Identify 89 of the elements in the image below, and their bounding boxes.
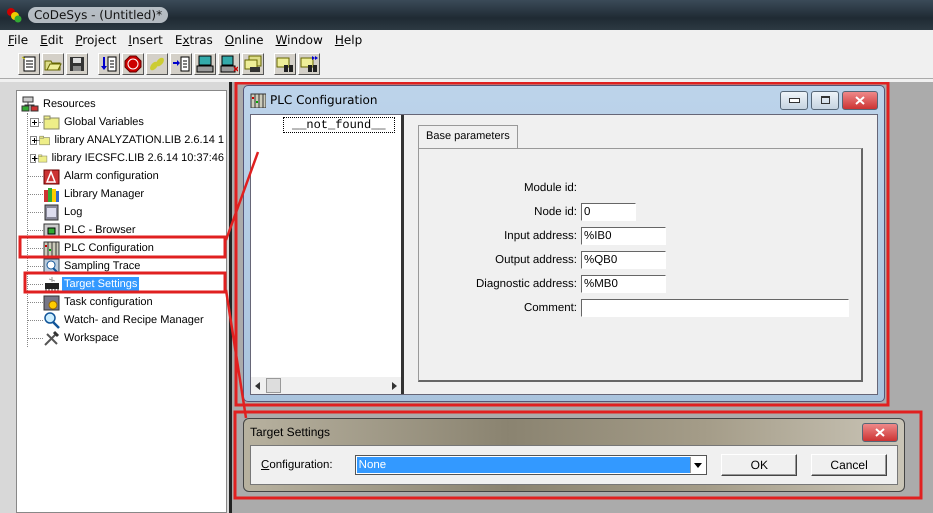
input-field[interactable]: %IB0 bbox=[581, 227, 666, 245]
menu-item[interactable]: Project bbox=[75, 33, 116, 47]
toolbar-button[interactable] bbox=[170, 53, 192, 75]
scroll-thumb[interactable] bbox=[266, 378, 281, 393]
module-rack-icon bbox=[250, 92, 266, 108]
tree-item[interactable]: PLC - Browser bbox=[62, 223, 138, 237]
tree-item[interactable]: Alarm configuration bbox=[62, 169, 161, 183]
input-field[interactable] bbox=[581, 299, 849, 317]
caret-down-icon bbox=[694, 462, 702, 468]
field-label: Output address: bbox=[494, 254, 577, 266]
field-label: Diagnostic address: bbox=[475, 278, 577, 290]
books-icon bbox=[43, 186, 60, 202]
cancel-button[interactable]: Cancel bbox=[811, 454, 887, 476]
menu-item[interactable]: Online bbox=[224, 33, 264, 47]
field-label: Configuration: bbox=[261, 459, 334, 471]
chip-icon bbox=[43, 276, 60, 292]
toolbar-button[interactable] bbox=[298, 53, 320, 75]
tree-item[interactable]: Global Variables bbox=[62, 115, 146, 129]
scroll-right-icon bbox=[392, 382, 397, 390]
input-field[interactable]: 0 bbox=[581, 203, 636, 221]
alarm-icon bbox=[43, 168, 60, 184]
computer-icon bbox=[196, 55, 214, 73]
tree-item[interactable]: __not_found__ bbox=[283, 117, 395, 133]
save-icon bbox=[68, 55, 86, 73]
tree-item[interactable]: Log bbox=[62, 205, 84, 219]
close-button[interactable] bbox=[842, 90, 878, 110]
ok-button[interactable]: OK bbox=[721, 454, 798, 476]
expand-icon[interactable] bbox=[30, 154, 36, 162]
tree-item[interactable]: Watch- and Recipe Manager bbox=[62, 313, 206, 327]
download-icon bbox=[100, 55, 118, 73]
app-logo-icon bbox=[6, 7, 22, 23]
menu-item[interactable]: Help bbox=[334, 33, 362, 47]
computer-cross-icon bbox=[220, 55, 238, 73]
tree-item[interactable]: Sampling Trace bbox=[62, 259, 142, 273]
input-field[interactable]: %QB0 bbox=[581, 251, 666, 269]
horizontal-scrollbar[interactable] bbox=[251, 377, 401, 394]
tab[interactable]: Base parameters bbox=[418, 125, 518, 148]
footprints-icon bbox=[148, 55, 166, 73]
tree-item[interactable]: library ANALYZATION.LIB 2.6.14 1 bbox=[52, 133, 226, 147]
toolbar-button[interactable] bbox=[242, 53, 264, 75]
menu-item[interactable]: Extras bbox=[174, 33, 213, 47]
close-button[interactable] bbox=[862, 422, 898, 442]
field-label: Node id: bbox=[533, 206, 577, 218]
toolbar-button[interactable] bbox=[274, 53, 296, 75]
module-rack-icon bbox=[43, 240, 60, 256]
toolbar-button[interactable] bbox=[66, 53, 88, 75]
tree-item[interactable]: PLC Configuration bbox=[62, 241, 156, 255]
magnifier-icon bbox=[43, 312, 60, 328]
tools-icon bbox=[43, 330, 60, 346]
window-title: CoDeSys - (Untitled)* bbox=[28, 7, 168, 23]
toolbar-button[interactable] bbox=[218, 53, 240, 75]
toolbar-button[interactable] bbox=[18, 53, 40, 75]
tree-item[interactable]: library IECSFC.LIB 2.6.14 10:37:46 bbox=[50, 151, 226, 165]
tree-item[interactable]: Resources bbox=[41, 97, 98, 111]
task-icon bbox=[43, 294, 60, 310]
document-icon bbox=[20, 55, 38, 73]
toolbar-button[interactable] bbox=[42, 53, 64, 75]
menu-item[interactable]: Insert bbox=[128, 33, 163, 47]
toolbar-button[interactable] bbox=[98, 53, 120, 75]
scroll-left-icon bbox=[255, 382, 260, 390]
dialog-title: Target Settings bbox=[250, 425, 332, 439]
folder-binoculars-arrow-icon bbox=[300, 55, 318, 73]
close-icon bbox=[875, 428, 885, 436]
window-title: PLC Configuration bbox=[270, 93, 378, 107]
stop-icon bbox=[124, 55, 142, 73]
expand-icon[interactable] bbox=[30, 136, 37, 144]
step-in-icon bbox=[172, 55, 190, 73]
monitor-icon bbox=[43, 222, 60, 238]
menu-item[interactable]: Window bbox=[276, 33, 323, 47]
menu-item[interactable]: Edit bbox=[40, 33, 64, 47]
field-label: Comment: bbox=[522, 302, 577, 314]
close-icon bbox=[855, 96, 865, 104]
minimize-button[interactable] bbox=[780, 90, 808, 110]
restore-button[interactable] bbox=[811, 90, 839, 110]
log-icon bbox=[43, 204, 60, 220]
toolbar-button[interactable] bbox=[122, 53, 144, 75]
stacked-folders-icon bbox=[244, 55, 262, 73]
tree-item[interactable]: Workspace bbox=[62, 331, 121, 345]
tree-item[interactable]: Library Manager bbox=[62, 187, 146, 201]
field-label: Input address: bbox=[503, 230, 577, 242]
input-field[interactable]: %MB0 bbox=[581, 275, 666, 293]
field-label: Module id: bbox=[522, 182, 577, 194]
network-icon bbox=[21, 96, 39, 112]
toolbar-button[interactable] bbox=[194, 53, 216, 75]
tree-item[interactable]: Task configuration bbox=[62, 295, 155, 309]
toolbar-button[interactable] bbox=[146, 53, 168, 75]
menu-item[interactable]: File bbox=[8, 33, 28, 47]
folder-binoculars-icon bbox=[276, 55, 294, 73]
expand-icon[interactable] bbox=[30, 118, 39, 126]
